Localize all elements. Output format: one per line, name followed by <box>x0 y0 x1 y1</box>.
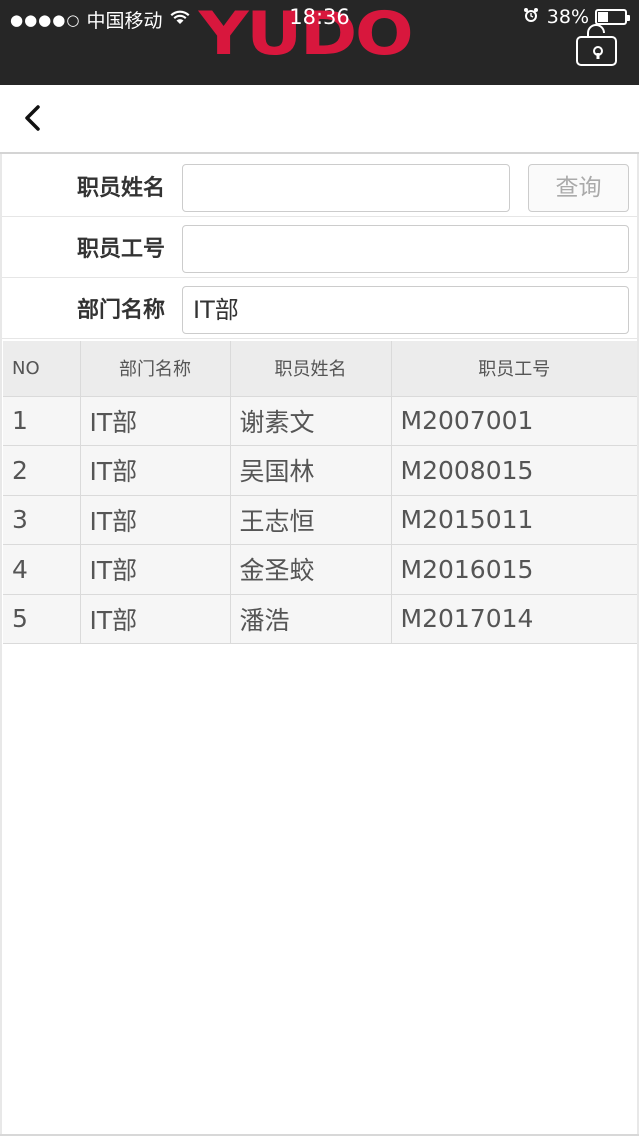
cell-employee-id: M2017014 <box>391 594 637 644</box>
unlock-icon <box>587 24 605 59</box>
department-name-input[interactable]: IT部 <box>182 286 629 334</box>
table-row[interactable]: 2 IT部 吴国林 M2008015 <box>3 445 637 496</box>
column-header-employee-name: 职员姓名 <box>230 341 392 397</box>
page-border <box>0 154 2 1136</box>
name-filter-row: 职员姓名 查询 <box>0 156 639 217</box>
cell-department: IT部 <box>80 396 231 446</box>
cell-no: 3 <box>3 495 81 545</box>
table-row[interactable]: 5 IT部 潘浩 M2017014 <box>3 594 637 644</box>
cell-employee-id: M2015011 <box>391 495 637 545</box>
cell-employee-name: 王志恒 <box>230 495 392 545</box>
dept-label: 部门名称 <box>76 298 165 323</box>
id-label: 职员工号 <box>76 237 165 262</box>
column-header-employee-id: 职员工号 <box>391 341 637 397</box>
query-button[interactable]: 查询 <box>528 164 629 212</box>
nav-bar <box>0 85 639 154</box>
id-filter-row: 职员工号 <box>0 217 639 278</box>
cell-employee-name: 谢素文 <box>230 396 392 446</box>
cell-employee-name: 吴国林 <box>230 445 392 496</box>
cell-no: 4 <box>3 544 81 595</box>
employee-name-input[interactable] <box>182 164 510 212</box>
cell-no: 1 <box>3 396 81 446</box>
column-header-no: NO <box>3 341 81 397</box>
cell-employee-name: 金圣蛟 <box>230 544 392 595</box>
table-row[interactable]: 3 IT部 王志恒 M2015011 <box>3 495 637 545</box>
chevron-left-icon <box>25 105 40 131</box>
employee-table: NO 部门名称 职员姓名 职员工号 1 IT部 谢素文 M2007001 2 I… <box>3 341 637 644</box>
cell-employee-id: M2007001 <box>391 396 637 446</box>
cell-no: 2 <box>3 445 81 496</box>
cell-department: IT部 <box>80 544 231 595</box>
table-row[interactable]: 4 IT部 金圣蛟 M2016015 <box>3 544 637 595</box>
cell-no: 5 <box>3 594 81 644</box>
back-button[interactable] <box>18 101 48 135</box>
name-label: 职员姓名 <box>76 176 165 201</box>
dept-filter-row: 部门名称 IT部 <box>0 278 639 339</box>
cell-employee-id: M2008015 <box>391 445 637 496</box>
column-header-department: 部门名称 <box>80 341 231 397</box>
cell-employee-name: 潘浩 <box>230 594 392 644</box>
status-time: 18:36 <box>289 5 350 29</box>
cell-department: IT部 <box>80 495 231 545</box>
cell-department: IT部 <box>80 445 231 496</box>
unlock-button[interactable] <box>576 24 617 66</box>
app-header: ●●●●○ 中国移动 18:36 38% YUDO <box>0 0 639 85</box>
table-header-row: NO 部门名称 职员姓名 职员工号 <box>3 341 637 397</box>
employee-id-input[interactable] <box>182 225 629 273</box>
cell-department: IT部 <box>80 594 231 644</box>
cell-employee-id: M2016015 <box>391 544 637 595</box>
table-row[interactable]: 1 IT部 谢素文 M2007001 <box>3 396 637 446</box>
